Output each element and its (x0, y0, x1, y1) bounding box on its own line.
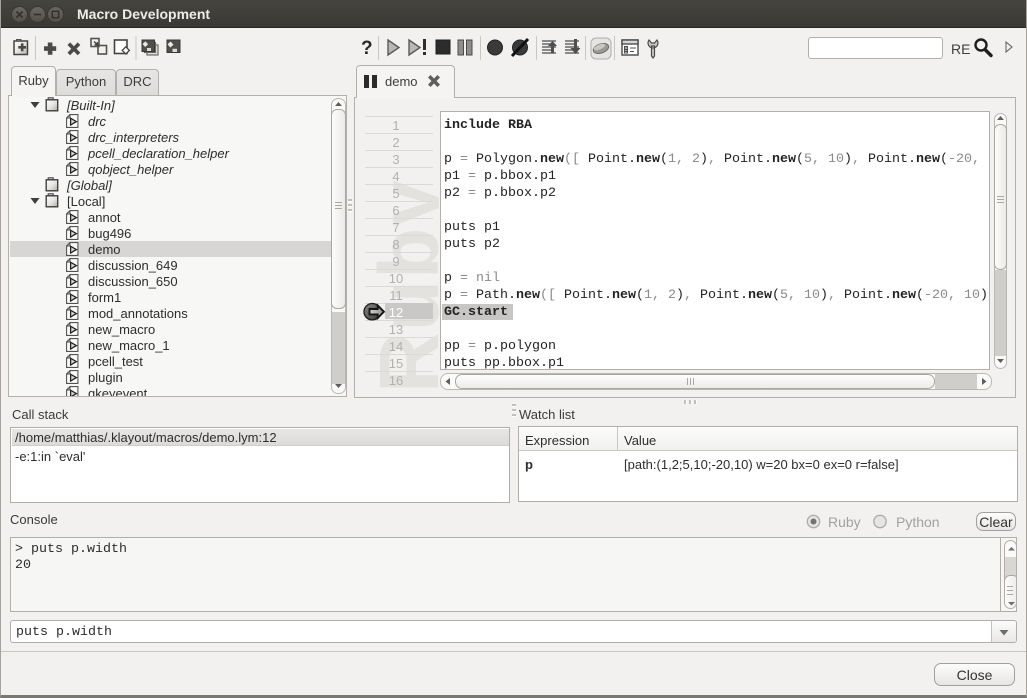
svg-text:?: ? (361, 38, 373, 59)
